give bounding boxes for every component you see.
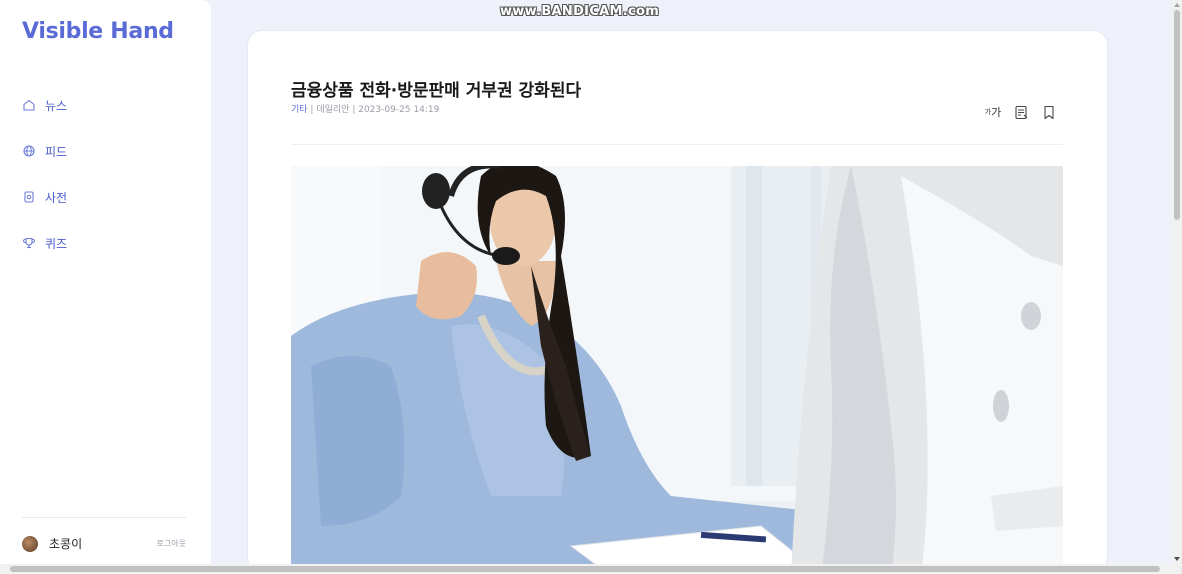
sidebar-item-label: 피드	[45, 144, 68, 159]
trophy-icon	[22, 236, 36, 250]
home-icon	[22, 98, 36, 112]
sidebar: Visible Hand 뉴스 피드 사전 퀴즈 초콩이 로그아웃	[0, 0, 211, 564]
sidebar-divider	[22, 517, 186, 518]
meta-separator: |	[349, 105, 359, 115]
avatar[interactable]	[22, 535, 38, 552]
sidebar-item-feed[interactable]: 피드	[22, 141, 67, 161]
sidebar-item-label: 퀴즈	[45, 236, 68, 251]
sidebar-item-label: 사전	[45, 190, 68, 205]
bookmark-icon[interactable]	[1040, 103, 1058, 121]
font-size-large-label: 가	[991, 106, 1002, 119]
sidebar-nav: 뉴스 피드 사전 퀴즈	[22, 95, 67, 279]
sidebar-item-dictionary[interactable]: 사전	[22, 187, 67, 207]
user-profile: 초콩이 로그아웃	[22, 535, 186, 552]
article-source: 데일리안	[316, 105, 350, 115]
username: 초콩이	[49, 537, 83, 551]
meta-separator: |	[307, 105, 317, 115]
article-category[interactable]: 기타	[291, 105, 308, 115]
vertical-scrollbar[interactable]	[1172, 0, 1182, 564]
article-tools: 가가	[984, 103, 1058, 121]
article-image	[291, 166, 1063, 571]
globe-icon	[22, 144, 36, 158]
recording-watermark: www.BANDICAM.com	[500, 4, 660, 19]
article-card: 금융상품 전화·방문판매 거부권 강화된다 기타 | 데일리안 | 2023-0…	[248, 31, 1107, 571]
logo[interactable]: Visible Hand	[22, 19, 174, 44]
article-meta: 기타 | 데일리안 | 2023-09-25 14:19	[291, 102, 439, 115]
scroll-up-icon[interactable]	[1174, 2, 1180, 8]
article-datetime: 2023-09-25 14:19	[358, 105, 440, 115]
dictionary-icon	[22, 190, 36, 204]
memo-icon[interactable]	[1012, 103, 1030, 121]
horizontal-scrollbar[interactable]	[0, 564, 1182, 574]
sidebar-item-news[interactable]: 뉴스	[22, 95, 67, 115]
font-size-button[interactable]: 가가	[984, 103, 1002, 121]
article-title: 금융상품 전화·방문판매 거부권 강화된다	[291, 81, 582, 101]
scroll-down-icon[interactable]	[1174, 556, 1180, 562]
sidebar-item-quiz[interactable]: 퀴즈	[22, 233, 67, 253]
horizontal-scroll-thumb[interactable]	[10, 566, 1160, 572]
vertical-scroll-thumb[interactable]	[1174, 10, 1180, 220]
logout-button[interactable]: 로그아웃	[157, 538, 186, 549]
article-divider	[291, 144, 1063, 145]
sidebar-item-label: 뉴스	[45, 98, 68, 113]
